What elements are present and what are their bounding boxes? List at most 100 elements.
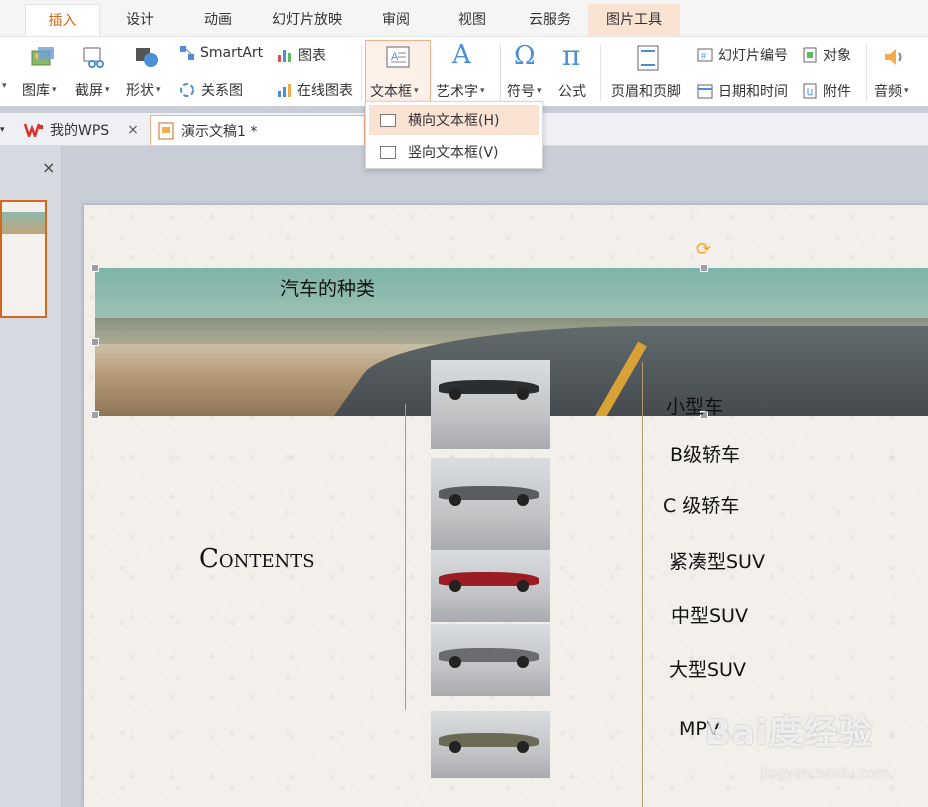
relation-chart-button[interactable]: 关系图 [179,80,243,100]
list-item[interactable]: C 级轿车 [663,491,739,518]
car-image[interactable] [431,360,550,449]
list-item[interactable]: 小型车 [666,392,723,419]
slide-thumbnail[interactable] [0,200,47,318]
audio-label: 音频 [874,84,902,100]
ribbon-partial-arrow[interactable]: ▾ [0,81,7,91]
resize-handle[interactable] [91,338,99,346]
resize-handle[interactable] [91,411,99,419]
car-wheel [517,656,529,668]
slide-number-icon: # [697,48,713,62]
wps-logo-icon [24,123,43,137]
relation-label: 关系图 [201,83,243,99]
car-wheel [449,388,461,400]
horizontal-textbox-icon [380,113,396,127]
tab-insert[interactable]: 插入 [25,4,100,36]
textbox-dropdown-button[interactable]: 文本框 ▾ [370,81,419,101]
car-wheel [449,656,461,668]
attachment-label: 附件 [823,84,851,100]
shapes-label: 形状 [126,83,154,99]
list-item[interactable]: 中型SUV [671,601,748,628]
car-image[interactable] [431,550,550,622]
wordart-icon: A [452,40,471,70]
pi-icon: π [562,39,581,72]
resize-handle[interactable] [91,264,99,272]
ribbon-separator [500,45,501,101]
calendar-icon [697,84,713,99]
car-wheel [449,741,461,753]
presentation-tab[interactable]: 演示文稿1 * [150,115,365,145]
screenshot-button[interactable]: 截屏 ▾ [75,80,110,100]
picture-library-button[interactable]: 图库 ▾ [22,80,57,100]
car-wheel [449,580,461,592]
tab-review[interactable]: 审阅 [364,4,428,36]
mywps-tab-label: 我的WPS [50,123,110,139]
picture-library-label: 图库 [22,83,50,99]
tab-design[interactable]: 设计 [108,4,172,36]
tab-view[interactable]: 视图 [440,4,504,36]
ribbon-separator [600,45,601,101]
list-item[interactable]: 紧凑型SUV [669,547,765,574]
tab-animation[interactable]: 动画 [186,4,250,36]
smartart-button[interactable]: SmartArt [179,45,263,61]
car-image[interactable] [431,624,550,696]
attachment-icon [803,83,817,99]
ribbon-separator [361,45,362,101]
slide-title[interactable]: 汽车的种类 [280,274,375,301]
header-footer-label: 页眉和页脚 [611,84,681,100]
close-icon[interactable]: × [127,122,139,138]
list-item[interactable]: B级轿车 [670,440,740,467]
tab-cloud-service[interactable]: 云服务 [514,4,586,36]
chart-label: 图表 [298,48,326,64]
slide-number-button[interactable]: # 幻灯片编号 [697,45,788,65]
attachment-button[interactable]: 附件 [802,81,851,101]
shapes-icon [134,45,160,69]
horizontal-textbox-item[interactable]: 横向文本框(H) [369,105,539,135]
audio-button[interactable]: 音频 ▾ [874,81,909,101]
screenshot-label: 截屏 [75,83,103,99]
online-chart-icon [278,84,291,97]
shapes-button[interactable]: 形状 ▾ [126,80,161,100]
symbol-button[interactable]: 符号 ▾ [507,81,542,101]
header-footer-icon [637,45,659,71]
car-wheel [517,494,529,506]
scissors-icon [82,45,106,69]
speaker-icon [882,45,906,69]
formula-button[interactable]: 公式 [558,81,586,101]
presentation-tab-label: 演示文稿1 * [181,123,258,140]
chart-button[interactable]: 图表 [277,45,326,65]
textbox-icon: A [386,46,410,68]
mywps-tab[interactable]: 我的WPS × [24,115,148,145]
picture-library-icon [30,45,56,69]
contents-heading[interactable]: Contents [199,544,315,574]
baidu-watermark-url: jingyan.baidu.com [760,766,890,782]
divider-line [642,362,643,807]
header-footer-button[interactable]: 页眉和页脚 [611,81,681,101]
tab-scroll-arrow[interactable]: ▾ [0,115,16,145]
textbox-label: 文本框 [370,84,412,100]
vertical-textbox-item[interactable]: 竖向文本框(V) [369,137,539,167]
tab-slideshow[interactable]: 幻灯片放映 [260,4,354,36]
date-time-button[interactable]: 日期和时间 [697,81,788,101]
svg-text:A: A [391,51,399,63]
object-button[interactable]: 对象 [802,45,851,65]
rotate-handle-icon[interactable]: ⟳ [696,239,711,260]
vertical-textbox-icon [380,145,396,159]
textbox-dropdown-menu: 横向文本框(H) 竖向文本框(V) [365,101,543,169]
wordart-button[interactable]: 艺术字 ▾ [436,81,485,101]
object-label: 对象 [823,48,851,64]
horizontal-textbox-label: 横向文本框(H) [408,113,500,129]
car-image[interactable] [431,711,550,778]
close-icon[interactable]: × [42,158,55,177]
resize-handle[interactable] [700,264,708,272]
car-image[interactable] [431,458,550,550]
tab-picture-tools[interactable]: 图片工具 [588,4,680,36]
divider-line [405,404,406,710]
wordart-label: 艺术字 [436,84,478,100]
smartart-icon [180,46,194,60]
list-item[interactable]: 大型SUV [669,655,746,682]
menu-bar: 插入 设计 动画 幻灯片放映 审阅 视图 云服务 图片工具 [0,0,928,36]
presentation-file-icon [158,122,174,139]
car-wheel [517,388,529,400]
omega-icon: Ω [514,41,536,71]
online-chart-button[interactable]: 在线图表 [277,80,353,100]
